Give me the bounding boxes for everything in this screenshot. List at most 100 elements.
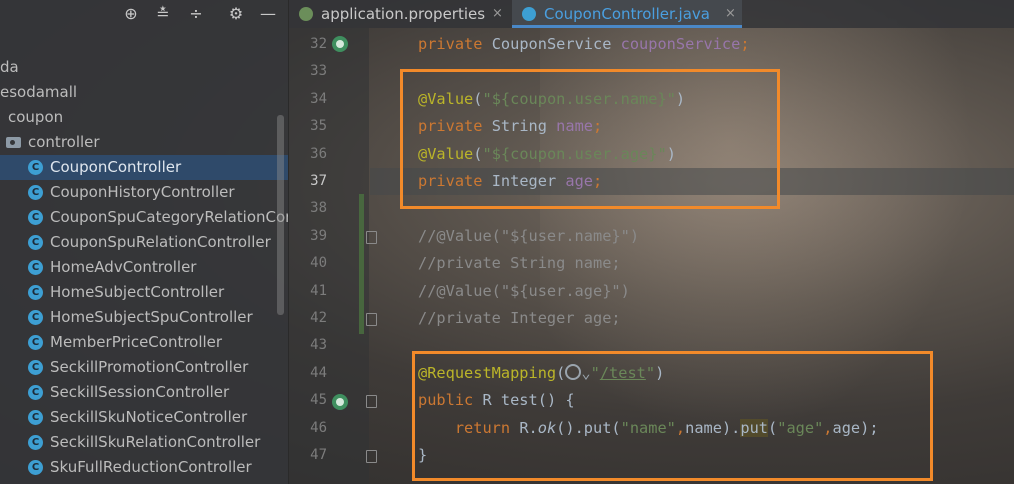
fold-icon[interactable] — [366, 231, 377, 244]
line-number: 40 — [310, 255, 327, 272]
project-tool-window: ⊕ ≛ ÷ ⚙ — da esodamall coupon controller C Co… — [0, 0, 289, 484]
code-token: couponService — [620, 35, 741, 53]
line-number: 36 — [310, 145, 327, 162]
code-token: //private Integer age; — [418, 309, 621, 327]
class-icon: C — [28, 160, 43, 175]
code-token: //private String name; — [418, 254, 621, 273]
endpoint-gutter-icon[interactable] — [332, 394, 348, 410]
tree-item[interactable]: C SeckillPromotionController — [0, 355, 288, 380]
tree-item[interactable]: C HomeAdvController — [0, 255, 288, 280]
line-number: 38 — [310, 200, 327, 217]
class-icon: C — [28, 285, 43, 300]
class-icon: C — [28, 335, 43, 350]
class-icon: C — [28, 360, 43, 375]
bean-gutter-icon[interactable] — [332, 36, 348, 52]
tree-item-label: MemberPriceController — [50, 333, 223, 351]
project-scrollbar[interactable] — [277, 115, 284, 315]
class-icon: C — [28, 185, 43, 200]
close-icon[interactable]: × — [725, 0, 736, 28]
tab-coupon-controller[interactable]: CouponController.java × — [512, 0, 742, 28]
settings-icon[interactable]: ⚙ — [226, 4, 246, 24]
code-token: ; — [740, 35, 750, 53]
tree-item[interactable]: C CouponController — [0, 155, 288, 180]
tree-item[interactable]: C SeckillSkuRelationController — [0, 430, 288, 455]
tree-item-label: SeckillPromotionController — [50, 358, 249, 376]
tree-item[interactable]: C CouponSpuCategoryRelationCon — [0, 205, 288, 230]
tree-item[interactable]: C SkuFullReductionController — [0, 455, 288, 480]
tab-label: CouponController.java — [544, 5, 710, 23]
line-number: 47 — [310, 447, 327, 463]
tree-item-label: CouponSpuRelationController — [50, 233, 271, 251]
tree-item[interactable]: C HomeSubjectController — [0, 280, 288, 305]
code-token: //@Value("${user.age}") — [418, 281, 630, 300]
expand-all-icon[interactable]: ≛ — [153, 4, 173, 24]
highlight-box-test-method — [412, 351, 933, 481]
line-number: 46 — [310, 419, 327, 436]
tree-item[interactable]: C CouponHistoryController — [0, 180, 288, 205]
line-number: 44 — [310, 364, 327, 381]
tree-item-label: HomeAdvController — [50, 258, 197, 276]
class-icon: C — [28, 460, 43, 475]
close-icon[interactable]: × — [492, 0, 503, 28]
properties-icon — [299, 7, 313, 21]
locate-icon[interactable]: ⊕ — [121, 4, 141, 24]
code-line[interactable]: private CouponService couponService; — [418, 31, 750, 58]
vcs-change-marker[interactable] — [359, 194, 364, 334]
class-icon: C — [28, 235, 43, 250]
folder-icon — [6, 137, 21, 148]
tree-item-label: CouponController — [50, 158, 182, 176]
code-line[interactable]: //private Integer age; — [418, 305, 621, 332]
class-icon: C — [28, 210, 43, 225]
code-token: CouponService — [491, 35, 621, 53]
line-number: 35 — [310, 118, 327, 135]
code-line[interactable]: //@Value("${user.name}") — [418, 223, 639, 250]
tree-item-label: SeckillSkuNoticeController — [50, 408, 248, 426]
tree-item-label: esodamall — [0, 83, 78, 101]
line-number: 32 — [310, 36, 327, 52]
tree-item[interactable]: esodamall — [0, 80, 288, 105]
tree-item-label: controller — [28, 133, 100, 151]
tree-item[interactable]: da — [0, 55, 288, 80]
tree-item-label: HomeSubjectController — [50, 283, 225, 301]
tree-item-label: CouponSpuCategoryRelationCon — [50, 208, 289, 226]
tree-item-label: CouponHistoryController — [50, 183, 235, 201]
tree-item[interactable]: C CouponSpuRelationController — [0, 230, 288, 255]
editor-tabs: application.properties × CouponControlle… — [289, 0, 1014, 28]
line-number: 41 — [310, 282, 327, 299]
tree-item[interactable]: controller — [0, 130, 288, 155]
tree-item-label: SeckillSkuRelationController — [50, 433, 261, 451]
code-line[interactable]: //@Value("${user.age}") — [418, 278, 630, 305]
class-icon: C — [28, 410, 43, 425]
collapse-all-icon[interactable]: ÷ — [186, 4, 206, 24]
tree-item[interactable]: C MemberPriceController — [0, 330, 288, 355]
fold-icon[interactable] — [366, 313, 377, 326]
fold-icon[interactable] — [366, 395, 377, 408]
tab-label: application.properties — [321, 5, 486, 23]
line-number: 33 — [310, 63, 327, 80]
tree-item-label: SeckillSessionController — [50, 383, 230, 401]
code-line[interactable]: //private String name; — [418, 250, 621, 277]
tree-item-label: HomeSubjectSpuController — [50, 308, 253, 326]
class-icon: C — [28, 260, 43, 275]
line-number: 43 — [310, 337, 327, 354]
tree-item-label: da — [0, 58, 19, 76]
class-icon: C — [28, 435, 43, 450]
tab-application-properties[interactable]: application.properties × — [289, 0, 511, 28]
line-number: 37 — [310, 173, 327, 189]
tree-item-label: coupon — [8, 108, 64, 126]
project-toolbar: ⊕ ≛ ÷ ⚙ — — [0, 0, 288, 28]
fold-icon[interactable] — [366, 450, 377, 463]
tree-item[interactable]: C SeckillSkuNoticeController — [0, 405, 288, 430]
tree-item[interactable]: coupon — [0, 105, 288, 130]
tree-item[interactable]: C SeckillSessionController — [0, 380, 288, 405]
tree-item-label: SkuFullReductionController — [50, 458, 252, 476]
tree-item[interactable]: C HomeSubjectSpuController — [0, 305, 288, 330]
line-number: 45 — [310, 392, 327, 409]
class-icon — [522, 7, 536, 21]
line-number: 39 — [310, 227, 327, 244]
minimize-icon[interactable]: — — [258, 4, 278, 24]
highlight-box-value-fields — [400, 69, 780, 209]
class-icon: C — [28, 310, 43, 325]
line-number: 42 — [310, 310, 327, 326]
line-number: 34 — [310, 90, 327, 107]
